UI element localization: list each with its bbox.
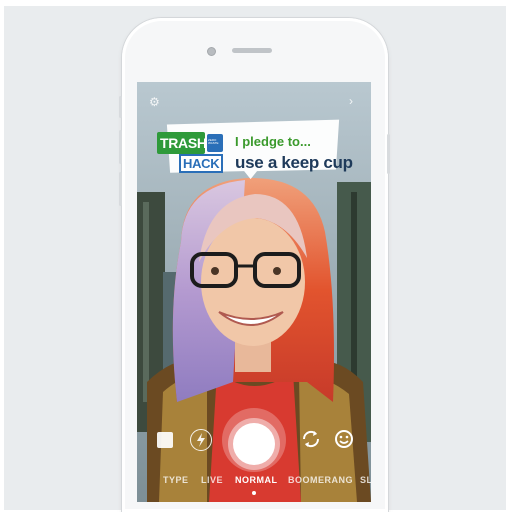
- pledge-action-text: use a keep cup: [235, 153, 353, 172]
- phone-power-button: [387, 134, 390, 174]
- earpiece-speaker: [232, 48, 272, 53]
- mode-normal[interactable]: NORMAL: [235, 475, 278, 485]
- logo-line2: HACK: [183, 156, 220, 171]
- gallery-button[interactable]: [157, 432, 173, 448]
- mode-live[interactable]: LIVE: [201, 475, 223, 485]
- phone-volume-down: [119, 172, 122, 206]
- mode-slowmo[interactable]: SL: [360, 475, 371, 485]
- active-mode-indicator: [252, 491, 256, 495]
- logo-line1: TRASH: [160, 135, 207, 151]
- phone-volume-up: [119, 130, 122, 164]
- pledge-intro-text: I pledge to...: [235, 134, 311, 149]
- logo-badge: ZERO WASTE: [207, 134, 223, 152]
- lightning-bolt-icon: [197, 433, 205, 447]
- logo-badge-text: ZERO WASTE: [208, 138, 219, 145]
- mode-type[interactable]: TYPE: [163, 475, 189, 485]
- settings-icon[interactable]: ⚙: [149, 96, 160, 108]
- face-filter-icon[interactable]: [333, 428, 355, 450]
- front-camera: [207, 47, 216, 56]
- mode-boomerang[interactable]: BOOMERANG: [288, 475, 353, 485]
- pledge-sticker[interactable]: TRASH ZERO WASTE HACK I pledge to... use…: [145, 118, 363, 200]
- chevron-right-icon[interactable]: ›: [349, 95, 353, 107]
- flash-icon[interactable]: [190, 429, 212, 451]
- flip-camera-icon[interactable]: [300, 428, 322, 450]
- phone-side-button: [119, 96, 122, 118]
- shutter-button[interactable]: [233, 423, 275, 465]
- trash-hack-logo: TRASH ZERO WASTE HACK: [157, 132, 225, 174]
